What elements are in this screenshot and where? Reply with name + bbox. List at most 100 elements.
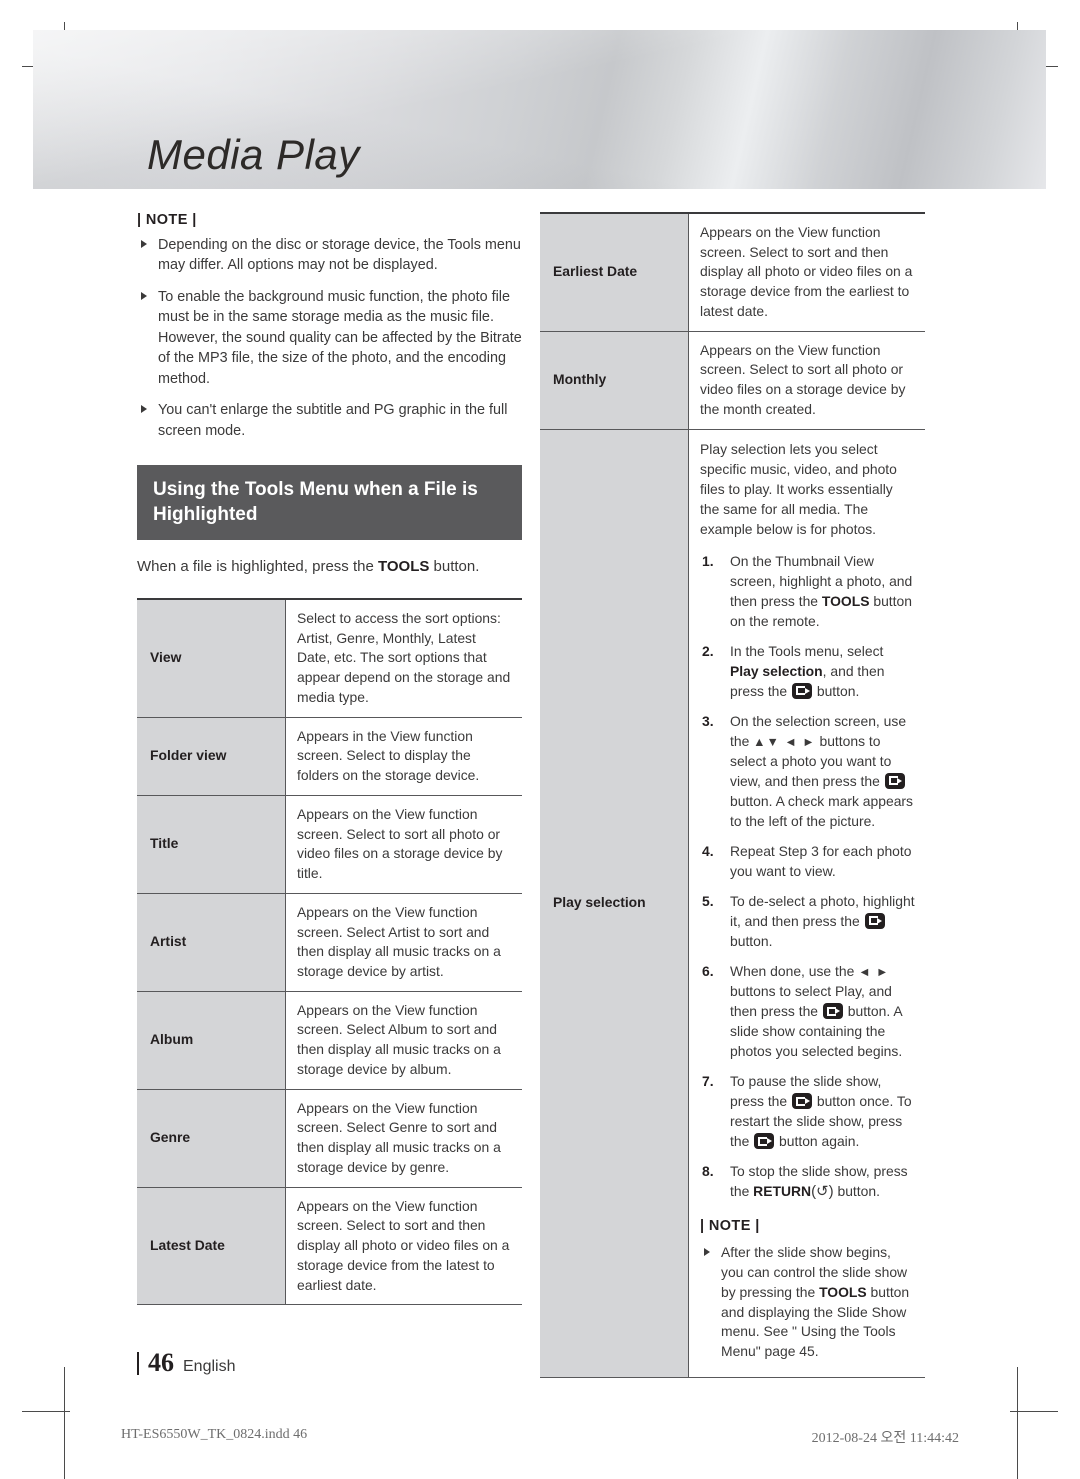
step-text: button. A check mark appears to the left… xyxy=(730,792,913,829)
table-row: Title Appears on the View function scree… xyxy=(137,795,522,894)
step-number: 8. xyxy=(702,1163,714,1180)
step-item: 2. In the Tools menu, select Play selecti… xyxy=(700,641,915,701)
table-desc: Appears in the View function screen. Sel… xyxy=(285,717,522,796)
note-label: | NOTE | xyxy=(137,212,197,228)
table-desc: Appears on the View function screen. Sel… xyxy=(285,893,522,992)
note-item: To enable the background music function,… xyxy=(137,287,522,389)
enter-button-icon xyxy=(884,772,905,789)
table-desc: Appears on the View function screen. Sel… xyxy=(285,1187,522,1306)
table-term: View xyxy=(137,597,286,718)
tools-menu-table-left: View Select to access the sort options: … xyxy=(137,597,522,1306)
chapter-title: Media Play xyxy=(147,131,360,178)
tools-key-label: TOOLS xyxy=(377,558,430,576)
table-row: Artist Appears on the View function scre… xyxy=(137,893,522,992)
note-item: You can't enlarge the subtitle and PG gr… xyxy=(137,400,522,441)
table-term: Genre xyxy=(137,1089,286,1188)
table-desc: Appears on the View function screen. Sel… xyxy=(688,211,925,332)
note-item-text: To enable the background music function,… xyxy=(158,288,522,387)
table-row: Latest Date Appears on the View function… xyxy=(137,1187,522,1306)
play-selection-note-list: After the slide show begins, you can con… xyxy=(700,1243,915,1361)
table-term: Play selection xyxy=(540,429,689,1378)
step-item: 8. To stop the slide show, press the RETU… xyxy=(700,1161,915,1203)
note-item: After the slide show begins, you can con… xyxy=(700,1243,915,1361)
direction-arrows-icon: ▲▼ ◄ ► xyxy=(753,734,816,749)
table-term: Latest Date xyxy=(137,1187,286,1306)
table-row: Album Appears on the View function scree… xyxy=(137,991,522,1090)
note-item: Depending on the disc or storage device,… xyxy=(137,235,522,276)
step-text: When done, use the xyxy=(730,962,859,979)
crop-mark-bottom-rule-left xyxy=(22,1411,70,1412)
page-number: 46 xyxy=(148,1348,174,1377)
play-selection-lead: Play selection lets you select specific … xyxy=(700,440,897,537)
return-arrow-icon: (↺) xyxy=(811,1183,834,1201)
tools-menu-table-right: Earliest Date Appears on the View functi… xyxy=(540,211,925,1378)
play-selection-steps: 1. On the Thumbnail View screen, highligh… xyxy=(700,551,915,1203)
crop-mark-bottom-left xyxy=(64,1367,65,1479)
table-term: Earliest Date xyxy=(540,211,689,332)
step-text: button. xyxy=(833,1183,880,1200)
emphasis-label: TOOLS xyxy=(821,592,870,609)
bullet-triangle-icon xyxy=(141,405,147,414)
step-item: 1. On the Thumbnail View screen, highligh… xyxy=(700,551,915,631)
enter-button-icon xyxy=(792,1093,812,1110)
emphasis-label: TOOLS xyxy=(819,1283,867,1300)
section-intro: When a file is highlighted, press the TO… xyxy=(137,556,522,578)
step-item: 5. To de-select a photo, highlight it, an… xyxy=(700,891,915,951)
step-number: 3. xyxy=(702,712,714,729)
step-number: 7. xyxy=(702,1073,714,1090)
table-desc: Select to access the sort options: Artis… xyxy=(285,597,522,718)
table-row-play-selection: Play selection Play selection lets you s… xyxy=(540,429,925,1378)
section-intro-before: When a file is highlighted, press the xyxy=(137,558,378,576)
left-column: | NOTE | Depending on the disc or storag… xyxy=(137,212,522,1306)
step-text: To de-select a photo, highlight it, and … xyxy=(730,892,915,929)
note-label: | NOTE | xyxy=(700,1217,760,1234)
table-desc: Appears on the View function screen. Sel… xyxy=(285,1089,522,1188)
table-desc-play-selection: Play selection lets you select specific … xyxy=(688,429,925,1378)
table-term: Album xyxy=(137,991,286,1090)
print-timestamp: 2012-08-24 오전 11:44:42 xyxy=(811,1431,959,1446)
step-number: 2. xyxy=(702,642,714,659)
table-row: Genre Appears on the View function scree… xyxy=(137,1089,522,1188)
page-language: English xyxy=(183,1358,236,1375)
crop-mark-bottom-right xyxy=(1017,1367,1018,1479)
table-row: Earliest Date Appears on the View functi… xyxy=(540,211,925,332)
enter-button-icon xyxy=(822,1003,843,1019)
table-row: Monthly Appears on the View function scr… xyxy=(540,331,925,430)
step-text: button again. xyxy=(775,1133,860,1150)
step-text: button. xyxy=(813,682,860,699)
step-item: 6. When done, use the ◄ ► buttons to sele… xyxy=(700,961,915,1061)
direction-arrows-icon: ◄ ► xyxy=(858,964,890,979)
table-desc: Appears on the View function screen. Sel… xyxy=(285,991,522,1090)
page-footer: 46 English xyxy=(137,1348,235,1378)
emphasis-label: Play selection xyxy=(730,662,823,679)
footer-rule xyxy=(137,1351,139,1375)
step-item: 3. On the selection screen, use the ▲▼ ◄ … xyxy=(700,711,915,831)
step-text: In the Tools menu, select xyxy=(730,642,884,659)
top-note-list: Depending on the disc or storage device,… xyxy=(137,235,522,441)
step-text: button. xyxy=(730,932,773,949)
step-number: 4. xyxy=(702,842,714,859)
table-row: Folder view Appears in the View function… xyxy=(137,717,522,796)
step-number: 5. xyxy=(702,892,714,909)
right-column: Earliest Date Appears on the View functi… xyxy=(540,211,925,1378)
bullet-triangle-icon xyxy=(141,240,147,248)
step-number: 6. xyxy=(702,962,714,979)
enter-button-icon xyxy=(864,912,885,929)
top-note-block: | NOTE | Depending on the disc or storag… xyxy=(137,212,522,441)
enter-button-icon xyxy=(792,682,812,699)
emphasis-label: RETURN xyxy=(753,1183,812,1200)
enter-button-icon xyxy=(754,1133,775,1150)
table-term: Folder view xyxy=(137,717,286,796)
table-row: View Select to access the sort options: … xyxy=(137,597,522,718)
table-term: Title xyxy=(137,795,286,894)
table-desc: Appears on the View function screen. Sel… xyxy=(285,795,522,894)
table-desc: Appears on the View function screen. Sel… xyxy=(688,331,925,430)
section-heading: Using the Tools Menu when a File is High… xyxy=(137,465,522,541)
section-intro-after: button. xyxy=(429,558,480,576)
note-item-text: You can't enlarge the subtitle and PG gr… xyxy=(158,402,508,439)
table-term: Artist xyxy=(137,893,286,992)
bullet-triangle-icon xyxy=(141,291,147,300)
bullet-triangle-icon xyxy=(704,1248,710,1257)
crop-mark-bottom-rule-right xyxy=(1010,1411,1058,1412)
step-item: 7. To pause the slide show, press the but… xyxy=(700,1071,915,1151)
